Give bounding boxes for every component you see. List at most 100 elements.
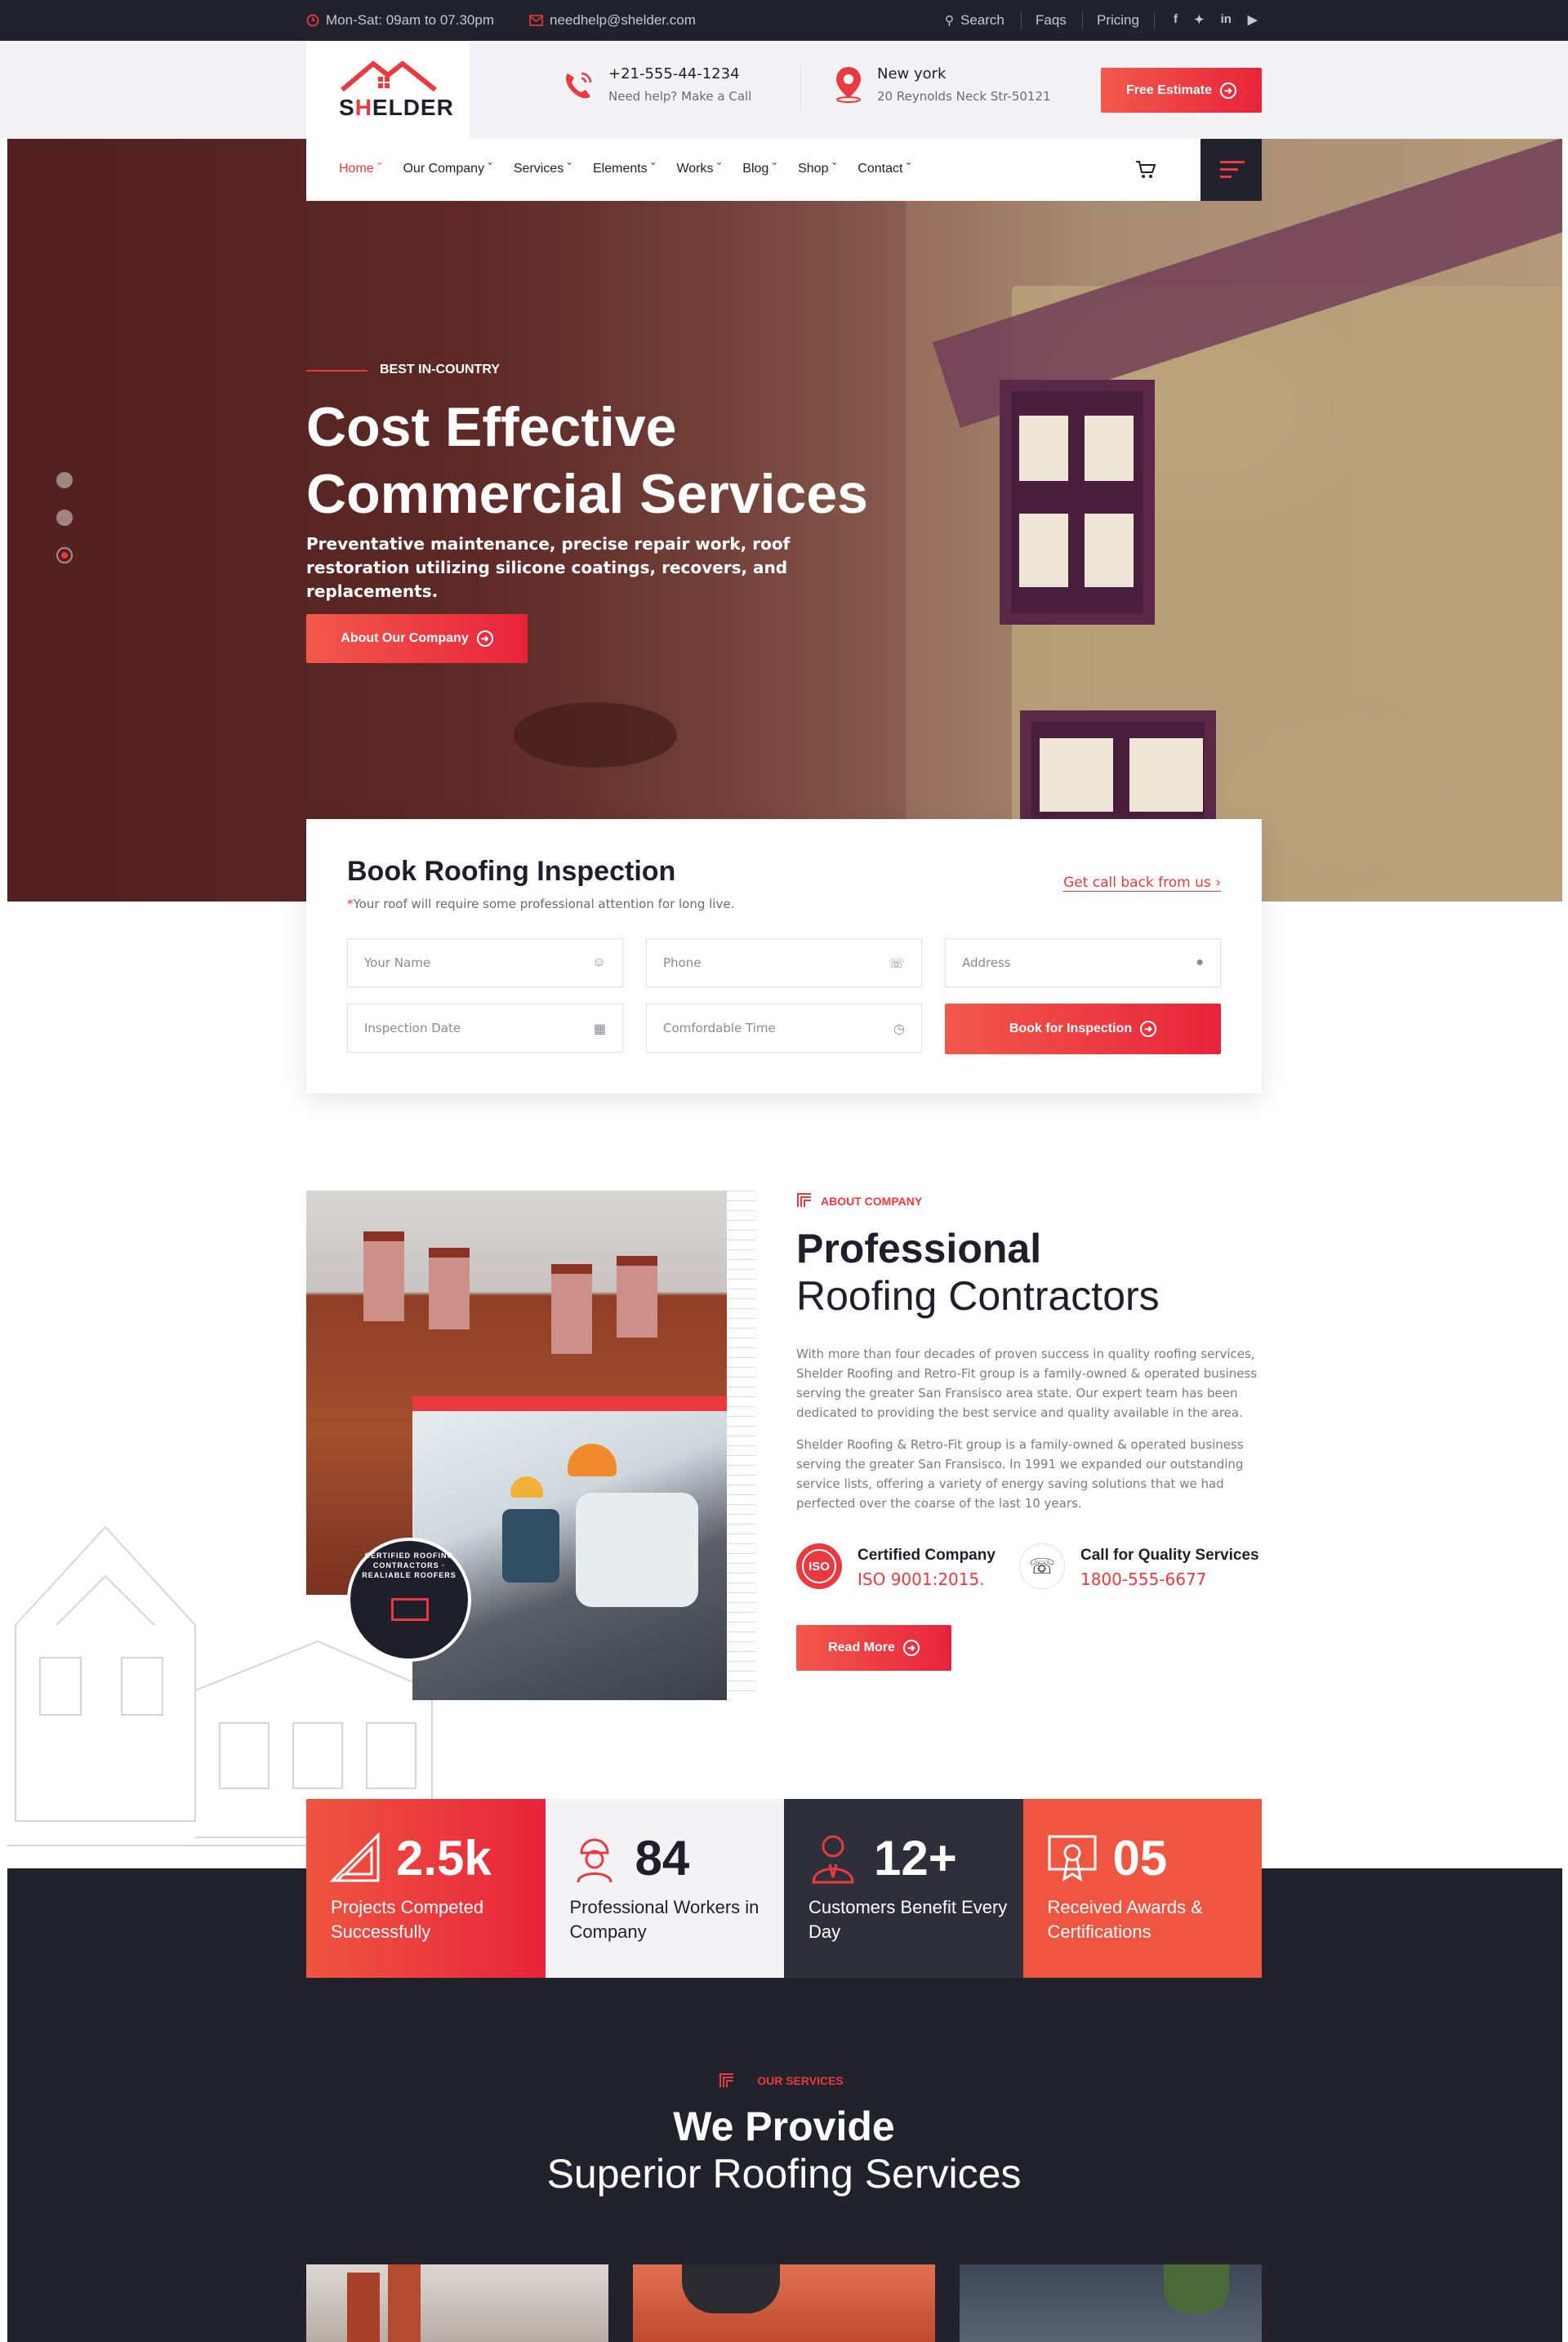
name-field[interactable]: ☺: [347, 938, 623, 987]
service-card-1[interactable]: [306, 2264, 608, 2342]
nav-item-works[interactable]: Works ˇ: [676, 162, 721, 176]
callback-label: Get call back from us: [1063, 875, 1211, 891]
slider-dot-1[interactable]: [56, 472, 73, 488]
booking-note: *Your roof will require some professiona…: [347, 897, 734, 911]
ruler-triangle-icon: [329, 1832, 380, 1882]
location-pin-icon: [836, 67, 861, 103]
nav-item-home[interactable]: Home ˇ: [339, 162, 381, 176]
stat-customers: 12+ Customers Benefit Every Day: [784, 1799, 1023, 1978]
chevron-down-icon: ˇ: [716, 162, 722, 176]
nav-label: Contact: [858, 162, 903, 176]
header-phone[interactable]: +21-555-44-1234 Need help? Make a Call: [566, 65, 752, 104]
hero-title-line1: Cost Effective: [306, 396, 677, 458]
eyebrow-line: [306, 370, 368, 372]
nav-item-shop[interactable]: Shop ˇ: [798, 162, 836, 176]
phone-icon: [566, 72, 592, 99]
mail-icon: [529, 15, 543, 26]
menu-icon-bar: [1220, 176, 1232, 178]
address-input[interactable]: [946, 939, 1220, 986]
chevron-down-icon: ˇ: [567, 162, 572, 176]
topbar-link-faqs[interactable]: Faqs: [1036, 12, 1067, 29]
iso-icon-label: ISO: [802, 1549, 836, 1583]
nav-label: Elements: [592, 162, 648, 176]
date-input[interactable]: [348, 1004, 622, 1052]
phone-input[interactable]: [647, 939, 921, 986]
feature-call-value[interactable]: 1800-555-6677: [1080, 1569, 1206, 1589]
about-title: Professional Roofing Contractors: [796, 1225, 1160, 1320]
chevron-down-icon: ˇ: [772, 162, 777, 176]
service-card-3[interactable]: [960, 2264, 1262, 2342]
address-field[interactable]: ●: [945, 938, 1221, 987]
stat-number: 2.5k: [396, 1831, 492, 1886]
divider: [1154, 11, 1155, 29]
roof-mark-icon: [391, 1598, 429, 1621]
phone-field[interactable]: ☏: [646, 938, 922, 987]
nav-label: Blog: [742, 162, 769, 176]
twitter-icon[interactable]: ✦: [1194, 12, 1205, 27]
nav-item-services[interactable]: Services ˇ: [514, 162, 572, 176]
facebook-icon[interactable]: f: [1174, 12, 1178, 27]
arrow-circle-icon: ➜: [476, 630, 493, 647]
logo-letters-rest: ELDER: [372, 95, 454, 120]
date-field[interactable]: ▦: [347, 1004, 623, 1053]
nav-item-elements[interactable]: Elements ˇ: [593, 162, 655, 176]
service-card-2[interactable]: [633, 2264, 935, 2342]
time-field[interactable]: ◷: [646, 1004, 922, 1053]
menu-toggle-button[interactable]: [1200, 139, 1262, 201]
book-inspection-label: Book for Inspection: [1009, 1022, 1133, 1035]
about-company-label: About Our Company: [341, 631, 469, 645]
divider: [800, 65, 801, 110]
free-estimate-label: Free Estimate: [1126, 82, 1212, 97]
nav-label: Our Company: [403, 162, 485, 176]
nav-item-our-company[interactable]: Our Company ˇ: [403, 162, 492, 176]
feature-call-title: Call for Quality Services: [1080, 1547, 1259, 1564]
header: [0, 41, 1568, 139]
booking-form: Book Roofing Inspection *Your roof will …: [306, 819, 1262, 1093]
nav-item-contact[interactable]: Contact ˇ: [858, 162, 911, 176]
slider-dot-3[interactable]: [56, 547, 73, 563]
slider-dot-2[interactable]: [56, 510, 73, 526]
about-paragraph-1: With more than four decades of proven su…: [796, 1347, 1258, 1420]
about-company-button[interactable]: About Our Company ➜: [306, 614, 528, 663]
logo-letter-h: H: [354, 95, 372, 120]
nav-item-blog[interactable]: Blog ˇ: [742, 162, 777, 176]
menu-icon-bar: [1220, 168, 1238, 171]
topbar-link-pricing[interactable]: Pricing: [1097, 12, 1139, 29]
linkedin-icon[interactable]: in: [1221, 12, 1232, 27]
chevron-down-icon: ˇ: [488, 162, 492, 176]
youtube-icon[interactable]: ▶: [1248, 12, 1258, 27]
roof-tag-icon: [797, 1193, 811, 1207]
nav-label: Works: [676, 162, 714, 176]
time-input[interactable]: [647, 1004, 921, 1052]
telephone-icon: ☏: [1019, 1543, 1065, 1589]
stat-projects: 2.5k Projects Competed Successfully: [306, 1799, 546, 1978]
logo-letter-s: S: [339, 95, 355, 120]
about-image-workers: [412, 1396, 727, 1700]
hours-text: Mon-Sat: 09am to 07.30pm: [326, 12, 495, 28]
chevron-down-icon: ˇ: [906, 162, 911, 176]
phone-caption: Need help? Make a Call: [608, 89, 752, 104]
free-estimate-button[interactable]: Free Estimate ➜: [1101, 68, 1262, 113]
arrow-circle-icon: ➜: [1140, 1021, 1157, 1037]
house-logo-icon: [341, 61, 437, 92]
location-city: New york: [877, 65, 947, 82]
email-text: needhelp@shelder.com: [550, 12, 696, 28]
hero-subtitle: Preventative maintenance, precise repair…: [306, 534, 791, 601]
name-input[interactable]: [348, 939, 622, 986]
callback-link[interactable]: Get call back from us ›: [1063, 875, 1221, 892]
working-hours: Mon-Sat: 09am to 07.30pm: [306, 12, 494, 29]
email-link[interactable]: needhelp@shelder.com: [529, 12, 696, 29]
logo[interactable]: SHELDER: [306, 41, 470, 139]
faqs-label: Faqs: [1036, 12, 1067, 28]
topbar-search[interactable]: ⚲ Search: [945, 12, 1004, 29]
read-more-button[interactable]: Read More ➜: [796, 1625, 951, 1671]
certified-badge: CERTIFIED ROOFING CONTRACTORS · REALIABL…: [347, 1538, 471, 1662]
certificate-icon: [1048, 1835, 1096, 1881]
map-pin-icon: ●: [1196, 955, 1204, 969]
nav-label: Shop: [798, 162, 829, 176]
cart-icon[interactable]: [1135, 160, 1156, 180]
header-location: New york 20 Reynolds Neck Str-50121: [836, 65, 1051, 104]
book-inspection-button[interactable]: Book for Inspection ➜: [945, 1004, 1221, 1054]
location-address: 20 Reynolds Neck Str-50121: [877, 89, 1051, 104]
services-eyebrow: OUR SERVICES: [757, 2074, 844, 2087]
